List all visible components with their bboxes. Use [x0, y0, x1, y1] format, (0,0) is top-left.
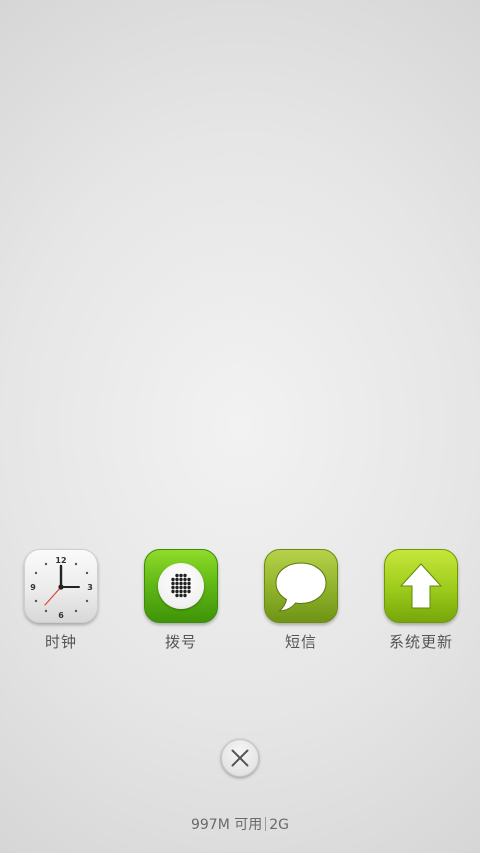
recent-app-label: 系统更新 [388, 633, 453, 651]
speech-bubble-icon [275, 562, 327, 612]
messages-icon [264, 549, 338, 623]
recent-app-messages[interactable]: 短信 [246, 549, 356, 659]
close-icon [231, 749, 249, 767]
clock-numeral-3: 3 [87, 583, 93, 592]
dialer-keypad-dots [171, 573, 191, 598]
clock-second-hand [44, 586, 62, 606]
clear-recent-apps-button[interactable] [221, 739, 259, 777]
up-arrow-icon [399, 563, 443, 609]
clock-numeral-12: 12 [55, 556, 66, 565]
dialer-icon [144, 549, 218, 623]
memory-total: 2G [269, 817, 290, 833]
recent-app-clock[interactable]: 12 3 6 9 时钟 [6, 549, 116, 659]
recent-app-label: 时钟 [44, 633, 77, 651]
clock-icon: 12 3 6 9 [24, 549, 98, 623]
memory-status: 997M 可用 2G [0, 816, 480, 834]
memory-available: 997M 可用 [190, 817, 263, 833]
clock-numeral-9: 9 [30, 583, 36, 592]
recent-apps-screen: 12 3 6 9 时钟 拨号 短信 系统更新 997M 可用 2G [0, 0, 480, 853]
recent-app-system-update[interactable]: 系统更新 [366, 549, 476, 659]
recent-app-dialer[interactable]: 拨号 [126, 549, 236, 659]
recent-apps-row: 12 3 6 9 时钟 拨号 短信 系统更新 [0, 549, 480, 659]
memory-divider [265, 817, 267, 831]
clock-numeral-6: 6 [58, 611, 64, 620]
clock-face: 12 3 6 9 [30, 556, 93, 620]
recent-app-label: 短信 [284, 633, 317, 651]
recent-app-label: 拨号 [164, 633, 197, 651]
update-arrow-icon [384, 549, 458, 623]
